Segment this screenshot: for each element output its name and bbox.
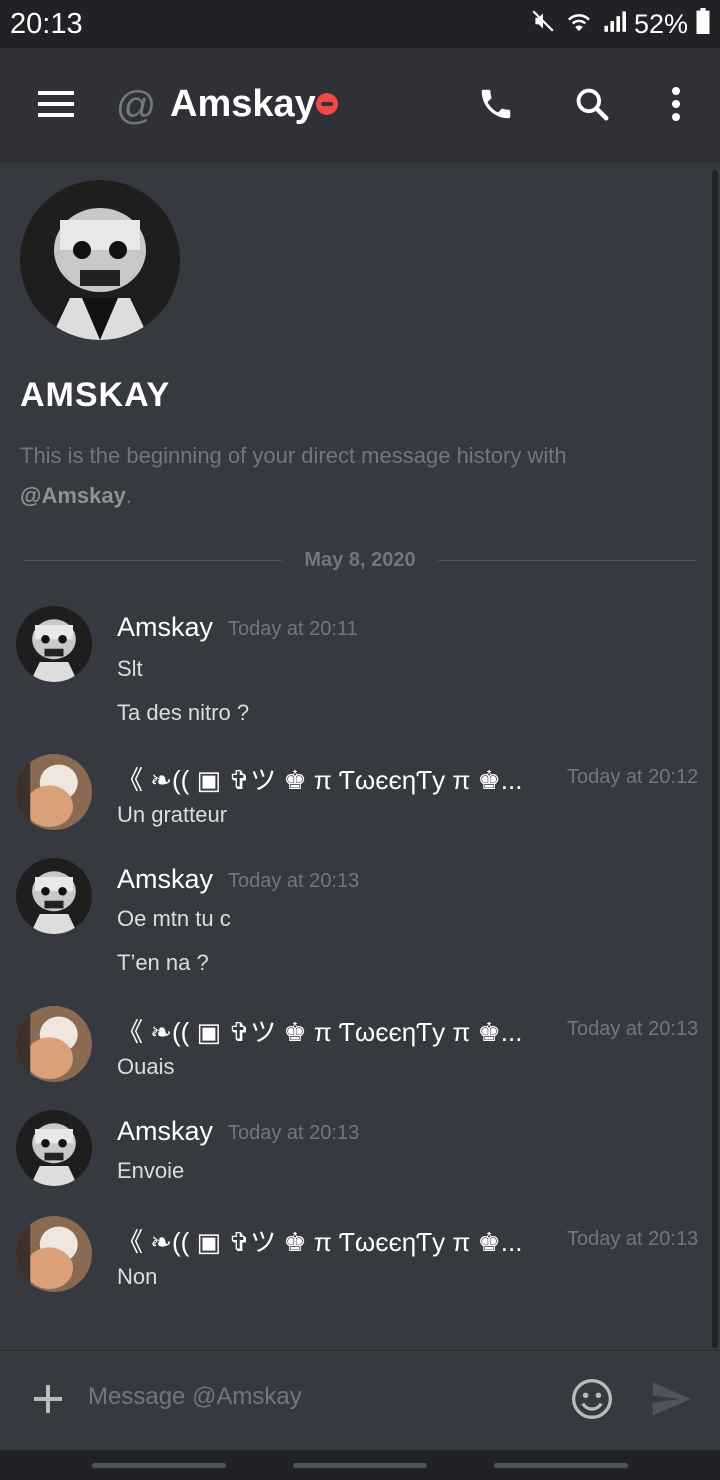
page-title: Amskay	[170, 83, 316, 125]
message-text: Slt	[117, 656, 143, 681]
emoji-icon[interactable]	[570, 1377, 614, 1421]
message-author[interactable]: Amskay	[117, 612, 213, 643]
add-icon[interactable]	[30, 1381, 66, 1417]
profile-avatar[interactable]	[20, 180, 180, 340]
author-avatar[interactable]	[16, 1110, 92, 1186]
message-timestamp: Today at 20:13	[567, 1018, 699, 1040]
author-avatar[interactable]	[16, 1006, 92, 1082]
signal-icon	[602, 9, 626, 40]
divider-line-right	[438, 560, 696, 561]
send-icon[interactable]	[648, 1377, 694, 1421]
message-text: Envoie	[117, 1158, 185, 1183]
menu-icon[interactable]	[34, 84, 78, 124]
mute-icon	[530, 8, 556, 41]
nav-recent-button[interactable]	[92, 1463, 226, 1468]
date-divider: May 8, 2020	[24, 540, 696, 582]
intro-username: AMSKAY	[20, 376, 171, 414]
message-input[interactable]: Message @Amskay	[88, 1383, 302, 1411]
scrollbar[interactable]	[712, 170, 718, 1348]
channel-header	[0, 48, 720, 160]
search-icon[interactable]	[572, 84, 612, 124]
author-avatar[interactable]	[16, 754, 92, 830]
intro-text-body: This is the beginning of your direct mes…	[20, 443, 567, 468]
nav-back-button[interactable]	[494, 1463, 628, 1468]
battery-percent: 52%	[633, 9, 688, 39]
status-bar: 20:13 52%	[0, 0, 720, 48]
author-avatar[interactable]	[16, 606, 92, 682]
message-text: Oe mtn tu c	[117, 906, 231, 931]
status-icons: 52%	[530, 8, 710, 41]
battery-icon	[696, 8, 710, 41]
phone-icon[interactable]	[476, 84, 516, 124]
message-text: Ouais	[117, 1054, 175, 1079]
message-text: T’en na ?	[117, 950, 209, 975]
message-author[interactable]: Amskay	[117, 864, 213, 895]
system-navigation-bar	[0, 1450, 720, 1480]
message-author[interactable]: 《 ❧(( ▣ ✞ツ ♚ π ƬωєєηƬу π ♚...	[117, 760, 522, 797]
author-avatar[interactable]	[16, 1216, 92, 1292]
intro-suffix: .	[125, 483, 132, 508]
status-time: 20:13	[10, 8, 83, 40]
message-timestamp: Today at 20:13	[228, 870, 360, 892]
message-author[interactable]: 《 ❧(( ▣ ✞ツ ♚ π ƬωєєηƬу π ♚...	[117, 1012, 522, 1049]
wifi-icon	[564, 8, 594, 41]
message-text: Un gratteur	[117, 802, 228, 827]
message-composer: Message @Amskay	[0, 1350, 720, 1451]
message-timestamp: Today at 20:13	[228, 1122, 360, 1144]
author-avatar[interactable]	[16, 858, 92, 934]
at-symbol: @	[115, 83, 157, 128]
intro-text: This is the beginning of your direct mes…	[20, 436, 660, 516]
message-text: Non	[117, 1264, 158, 1289]
intro-handle[interactable]: @Amskay	[20, 483, 126, 508]
message-author[interactable]: 《 ❧(( ▣ ✞ツ ♚ π ƬωєєηƬу π ♚...	[117, 1222, 522, 1259]
message-timestamp: Today at 20:11	[228, 618, 358, 640]
message-timestamp: Today at 20:12	[567, 766, 699, 788]
more-icon[interactable]	[660, 84, 692, 124]
message-timestamp: Today at 20:13	[567, 1228, 699, 1250]
dnd-status-icon	[316, 93, 338, 115]
message-author[interactable]: Amskay	[117, 1116, 213, 1147]
nav-home-button[interactable]	[293, 1463, 427, 1468]
message-text: Ta des nitro ?	[117, 700, 250, 725]
